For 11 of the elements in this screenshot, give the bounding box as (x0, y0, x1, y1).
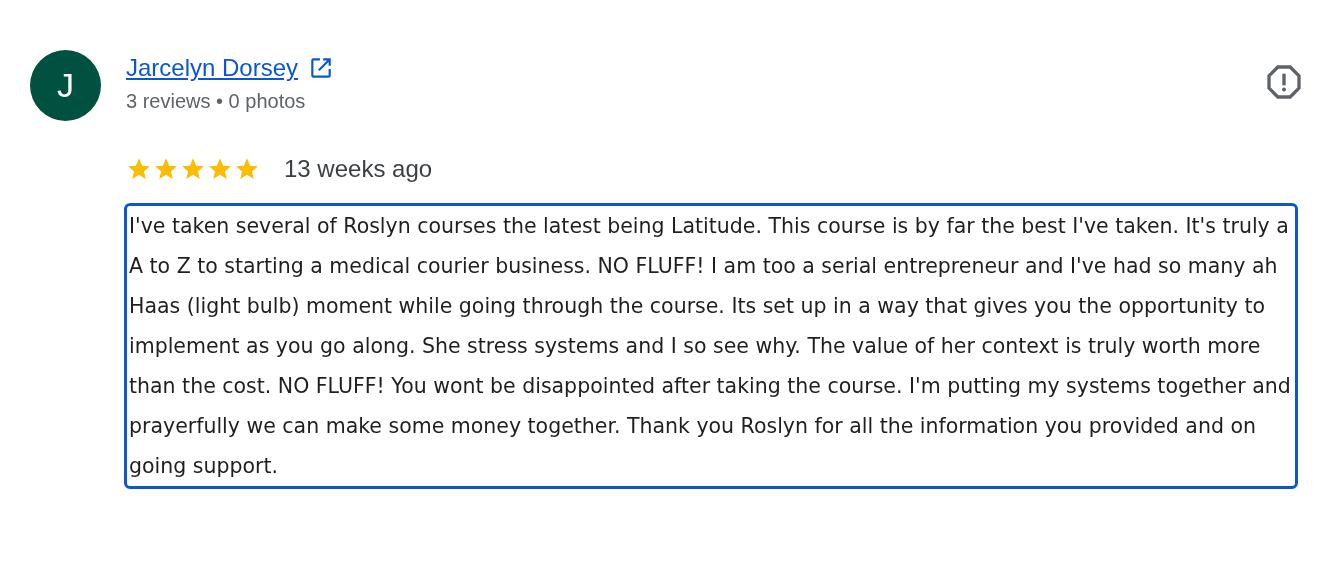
review-date: 13 weeks ago (284, 155, 433, 183)
reviewer-name-link[interactable]: Jarcelyn Dorsey (126, 54, 299, 82)
star-icon (180, 156, 206, 182)
star-icon (207, 156, 233, 182)
star-icon (234, 156, 260, 182)
reviewer-stats: 3 reviews • 0 photos (126, 90, 307, 113)
avatar[interactable]: J (30, 50, 101, 121)
report-icon[interactable] (1264, 62, 1304, 102)
review-text: I've taken several of Roslyn courses the latest being Latitude. This course is by far the best I've taken. It's truly a A to Z to starting a medical courier business. NO FLUFF! I am too a serial entrepreneur and I've had so many ah Haas (light bulb) moment while going through the course. Its set up in a way that gives you the opportunity to implement as you go along. She stress systems and I so see why. The value of her context is truly worth more than the cost. NO FLUFF! You wont be disappointed after taking the course. I'm putting my systems together and prayerfully we can make some money together. Thank you Roslyn for all the information you provided and on going support. (124, 203, 1298, 489)
star-icon (126, 156, 152, 182)
star-icon (153, 156, 179, 182)
